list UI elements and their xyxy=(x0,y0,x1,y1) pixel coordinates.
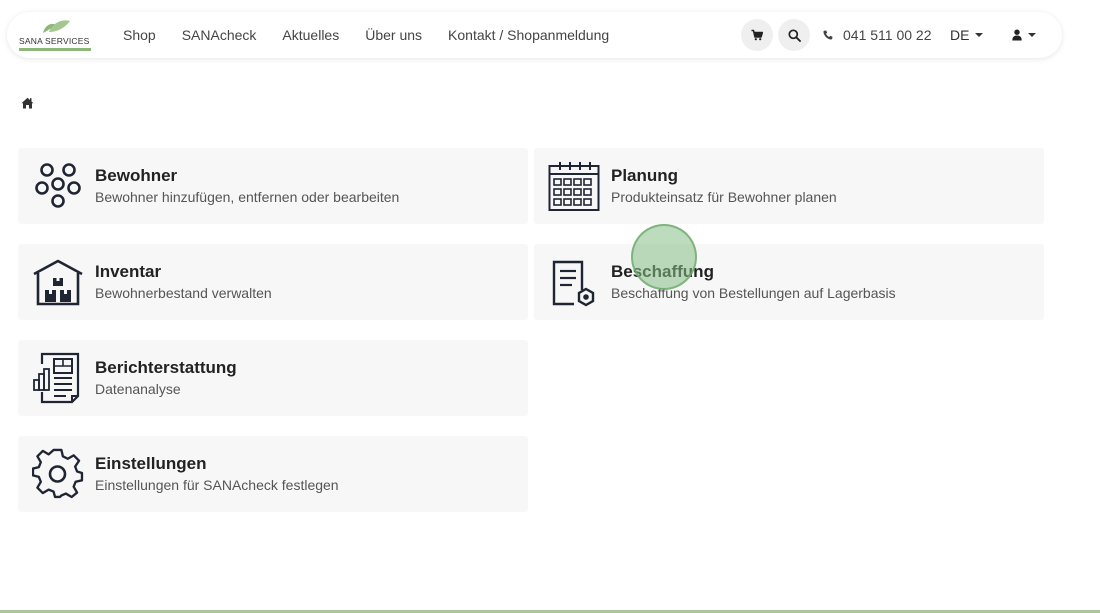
nav-ueber-uns[interactable]: Über uns xyxy=(365,27,422,43)
nav-kontakt[interactable]: Kontakt / Shopanmeldung xyxy=(448,27,609,43)
card-subtitle: Bewohnerbestand verwalten xyxy=(95,285,272,301)
top-navbar: SANA SERVICES Shop SANAcheck Aktuelles Ü… xyxy=(7,12,1062,58)
phone-contact[interactable]: 041 511 00 22 xyxy=(823,12,932,58)
card-subtitle: Beschaffung von Bestellungen auf Lagerba… xyxy=(611,285,896,301)
procurement-icon xyxy=(552,260,595,307)
card-planung[interactable]: Planung Produkteinsatz für Bewohner plan… xyxy=(534,148,1044,224)
card-bewohner[interactable]: Bewohner Bewohner hinzufügen, entfernen … xyxy=(18,148,528,224)
card-subtitle: Bewohner hinzufügen, entfernen oder bear… xyxy=(95,189,400,205)
user-dropdown[interactable] xyxy=(1012,12,1036,58)
card-subtitle: Produkteinsatz für Bewohner planen xyxy=(611,189,837,205)
main-nav: Shop SANAcheck Aktuelles Über uns Kontak… xyxy=(123,12,635,58)
card-subtitle: Einstellungen für SANAcheck festlegen xyxy=(95,477,339,493)
warehouse-icon xyxy=(33,259,83,306)
phone-number: 041 511 00 22 xyxy=(843,27,932,43)
sana-services-logo[interactable]: SANA SERVICES xyxy=(19,19,93,52)
chevron-down-icon xyxy=(1028,33,1036,37)
card-subtitle: Datenanalyse xyxy=(95,381,181,397)
leaf-logo-icon xyxy=(43,20,70,33)
logo-text: SANA SERVICES xyxy=(19,36,90,46)
cart-button[interactable] xyxy=(741,19,773,51)
language-label: DE xyxy=(950,27,970,43)
home-icon[interactable] xyxy=(21,97,34,109)
gear-icon xyxy=(32,448,84,499)
calendar-icon xyxy=(548,162,600,211)
search-button[interactable] xyxy=(778,19,810,51)
cart-icon xyxy=(751,29,763,41)
phone-icon xyxy=(823,30,833,40)
card-title: Berichterstattung xyxy=(95,358,237,377)
residents-icon xyxy=(35,163,81,208)
language-dropdown[interactable]: DE xyxy=(950,12,984,58)
nav-shop[interactable]: Shop xyxy=(123,27,156,43)
nav-aktuelles[interactable]: Aktuelles xyxy=(282,27,339,43)
card-title: Beschaffung xyxy=(611,262,714,281)
report-icon xyxy=(33,352,80,404)
card-title: Einstellungen xyxy=(95,454,207,473)
card-inventar[interactable]: Inventar Bewohnerbestand verwalten xyxy=(18,244,528,320)
card-beschaffung[interactable]: Beschaffung Beschaffung von Bestellungen… xyxy=(534,244,1044,320)
search-icon xyxy=(787,28,801,42)
card-berichterstattung[interactable]: Berichterstattung Datenanalyse xyxy=(18,340,528,416)
card-title: Inventar xyxy=(95,262,162,281)
nav-sanacheck[interactable]: SANAcheck xyxy=(182,27,257,43)
card-title: Planung xyxy=(611,166,679,185)
user-icon xyxy=(1012,29,1022,41)
logo-underline xyxy=(19,48,91,51)
card-title: Bewohner xyxy=(95,166,178,185)
card-einstellungen[interactable]: Einstellungen Einstellungen für SANAchec… xyxy=(18,436,528,512)
chevron-down-icon xyxy=(975,33,984,37)
